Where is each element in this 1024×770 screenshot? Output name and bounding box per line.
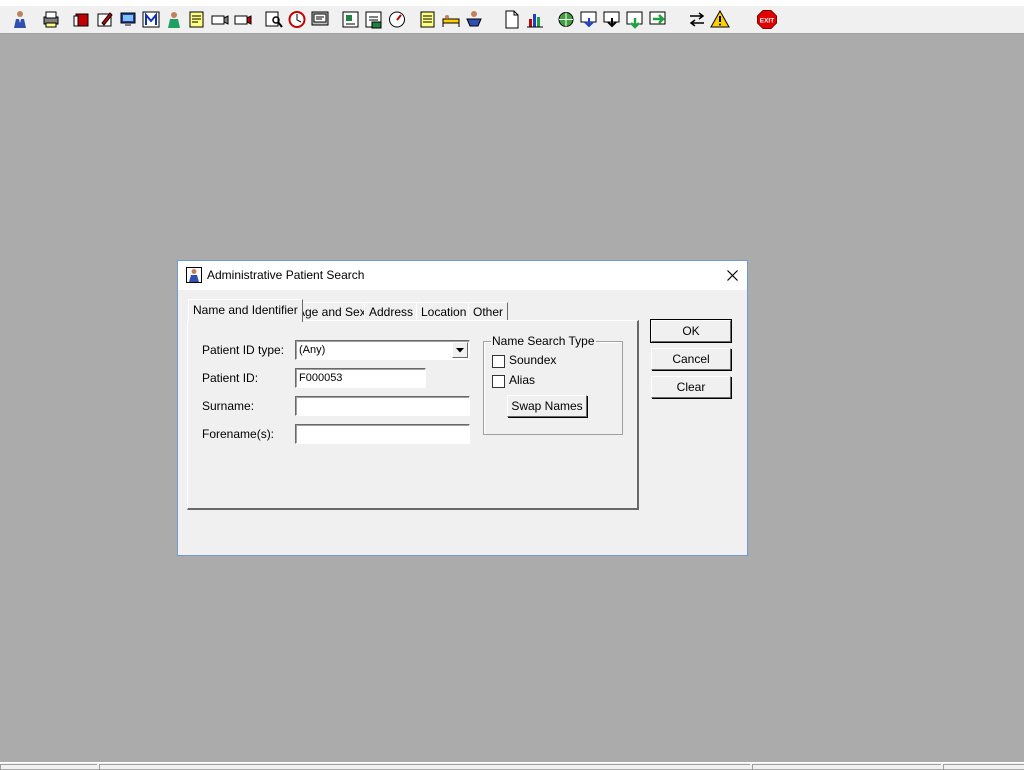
- monitor-icon[interactable]: [117, 9, 139, 30]
- book-icon[interactable]: [71, 9, 93, 30]
- dialog-title: Administrative Patient Search: [207, 268, 365, 282]
- forename-label: Forename(s):: [202, 427, 275, 441]
- gauge-icon[interactable]: [386, 9, 408, 30]
- swap-names-button[interactable]: Swap Names: [507, 395, 587, 417]
- globe-icon[interactable]: [555, 9, 577, 30]
- doctor-icon[interactable]: [163, 9, 185, 30]
- search-icon[interactable]: [263, 9, 285, 30]
- patient-id-input[interactable]: [295, 368, 426, 388]
- surname-input[interactable]: [295, 396, 470, 416]
- forename-input[interactable]: [295, 424, 470, 444]
- name-search-type-group: Name Search Type Soundex Alias Swap Name…: [483, 334, 623, 435]
- status-segment: [752, 764, 941, 770]
- bed-icon[interactable]: [440, 9, 462, 30]
- exit-icon[interactable]: EXIT: [756, 9, 778, 30]
- ok-button[interactable]: OK: [650, 319, 732, 343]
- edit-icon[interactable]: [94, 9, 116, 30]
- tab-age-and-sex[interactable]: Age and Sex: [292, 302, 371, 321]
- patient-id-label: Patient ID:: [202, 371, 259, 385]
- main-toolbar: EXIT: [0, 6, 1024, 34]
- patient-id-type-label: Patient ID type:: [202, 343, 285, 357]
- tab-other[interactable]: Other: [468, 302, 509, 321]
- print-icon[interactable]: [40, 9, 62, 30]
- soundex-label: Soundex: [509, 353, 557, 367]
- clear-button[interactable]: Clear: [651, 376, 731, 398]
- document-icon[interactable]: [501, 9, 523, 30]
- status-segment: [943, 764, 1024, 770]
- bar-chart-icon[interactable]: [524, 9, 546, 30]
- camera-icon[interactable]: [209, 9, 231, 30]
- alias-checkbox[interactable]: [492, 375, 505, 388]
- arrow-icon[interactable]: [647, 9, 669, 30]
- patient-id-type-select[interactable]: (Any): [295, 340, 470, 360]
- patient-search-dialog: Administrative Patient Search Name and I…: [177, 260, 748, 556]
- transfer-icon[interactable]: [463, 9, 485, 30]
- inbox-icon[interactable]: [601, 9, 623, 30]
- flag-icon[interactable]: [624, 9, 646, 30]
- warning-icon[interactable]: [709, 9, 731, 30]
- tab-address[interactable]: Address: [364, 302, 419, 321]
- close-icon: [726, 270, 738, 281]
- dialog-titlebar[interactable]: Administrative Patient Search: [178, 261, 747, 290]
- patient-icon[interactable]: [9, 9, 31, 30]
- patient-icon: [186, 267, 202, 283]
- download-icon[interactable]: [578, 9, 600, 30]
- chart-icon[interactable]: [340, 9, 362, 30]
- camera-icon[interactable]: [232, 9, 254, 30]
- status-segment: [99, 764, 750, 770]
- group-legend: Name Search Type: [491, 334, 596, 348]
- clock-icon[interactable]: [286, 9, 308, 30]
- alias-label: Alias: [509, 373, 536, 387]
- notes-icon[interactable]: [417, 9, 439, 30]
- close-button[interactable]: [718, 265, 746, 287]
- patient-id-type-value: (Any): [299, 344, 326, 356]
- note-icon[interactable]: [186, 9, 208, 30]
- cancel-button[interactable]: Cancel: [651, 348, 731, 370]
- report-icon[interactable]: [363, 9, 385, 30]
- surname-label: Surname:: [202, 399, 255, 413]
- status-segment: [0, 764, 97, 770]
- screen-icon[interactable]: [309, 9, 331, 30]
- chevron-down-icon: [456, 348, 464, 353]
- tab-location[interactable]: Location: [416, 302, 472, 321]
- exit-icon-label: EXIT: [760, 18, 774, 25]
- tab-name-and-identifier[interactable]: Name and Identifier: [188, 299, 303, 322]
- swap-icon[interactable]: [686, 9, 708, 30]
- soundex-checkbox[interactable]: [492, 355, 505, 368]
- dropdown-button[interactable]: [452, 342, 468, 358]
- m-icon[interactable]: [140, 9, 162, 30]
